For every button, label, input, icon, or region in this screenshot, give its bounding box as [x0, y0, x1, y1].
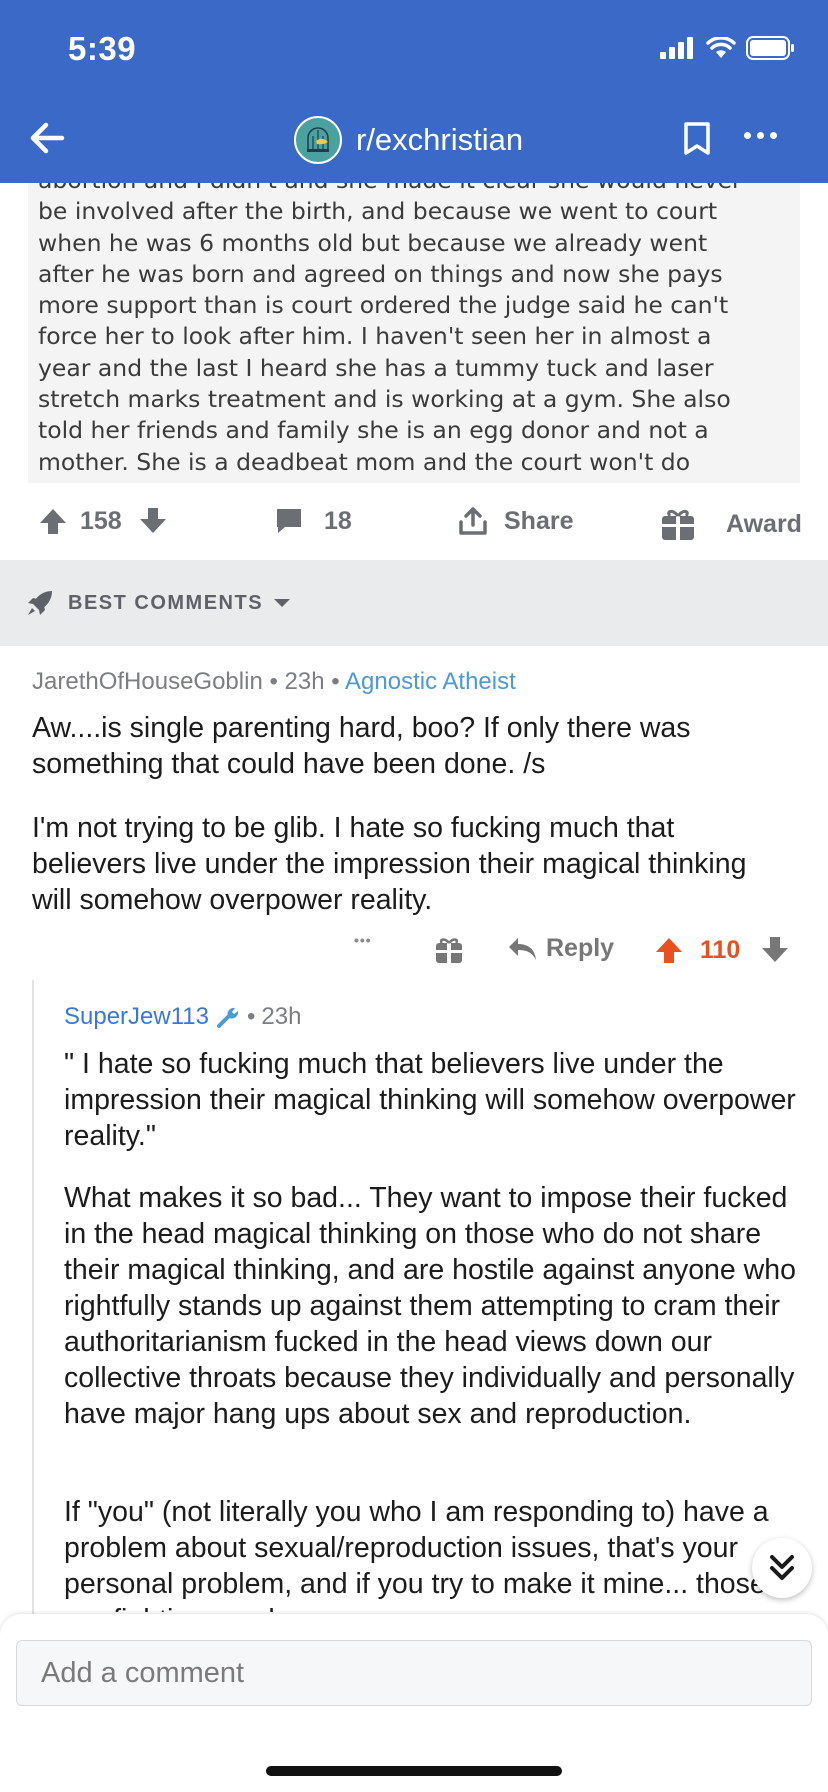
- reply-button[interactable]: Reply: [506, 934, 614, 963]
- meta-separator: •: [246, 1003, 256, 1030]
- post-image-line: force her to look after him. I haven't s…: [38, 322, 712, 351]
- post-image-line: year and the last I heard she has a tumm…: [38, 353, 714, 382]
- back-arrow-icon[interactable]: [26, 116, 70, 160]
- post-image-line: after he was born and agreed on things a…: [38, 259, 723, 288]
- comment-composer: [0, 1614, 828, 1792]
- home-indicator: [266, 1766, 562, 1776]
- comment-action-bar: ••• Reply 110: [0, 930, 828, 970]
- comment-paragraph: If "you" (not literally you who I am res…: [64, 1496, 769, 1612]
- subreddit-name: r/exchristian: [356, 122, 524, 157]
- post-vote-group: 158: [38, 506, 168, 536]
- share-icon: [459, 507, 487, 535]
- status-time: 5:39: [68, 30, 137, 67]
- comment-paragraph: Aw....is single parenting hard, boo? If …: [32, 712, 691, 780]
- comment-meta: JarethOfHouseGoblin • 23h • Agnostic Ath…: [32, 668, 516, 696]
- wifi-icon: [706, 37, 736, 58]
- add-comment-input[interactable]: [16, 1640, 812, 1706]
- comment-author[interactable]: SuperJew113: [64, 1003, 209, 1031]
- comment-more-icon[interactable]: •••: [354, 932, 372, 948]
- post-image[interactable]: abortion and I didn't and she made it cl…: [28, 183, 800, 483]
- post-image-line: abortion and I didn't and she made it cl…: [38, 183, 798, 196]
- comment-score: 110: [700, 936, 741, 964]
- comment-paragraph: What makes it so bad... They want to imp…: [64, 1182, 796, 1430]
- battery-icon: [746, 36, 794, 60]
- app-header: 5:39 r/exchristian: [0, 0, 828, 183]
- meta-separator: •: [269, 668, 285, 695]
- comment-count: 18: [324, 506, 352, 535]
- comment-bubble-icon: [277, 509, 301, 533]
- reply-label: Reply: [546, 934, 615, 962]
- post-image-line: when he was 6 months old but because we …: [38, 228, 708, 257]
- next-comment-button[interactable]: [752, 1538, 812, 1598]
- comment-paragraph: " I hate so fucking much that believers …: [64, 1048, 796, 1152]
- bookmark-icon[interactable]: [682, 122, 712, 156]
- post-image-line: told her friends and family she is an eg…: [38, 416, 709, 445]
- share-label: Share: [504, 506, 574, 535]
- wrench-icon: [216, 1007, 239, 1028]
- share-button[interactable]: Share: [458, 506, 573, 536]
- comment-paragraph: I'm not trying to be glib. I hate so fuc…: [32, 812, 747, 916]
- downvote-icon[interactable]: [138, 506, 168, 536]
- thread-line[interactable]: [32, 980, 34, 1620]
- chevron-down-icon: [274, 599, 291, 607]
- award-button[interactable]: Award: [660, 506, 802, 542]
- downvote-icon[interactable]: [760, 935, 790, 965]
- sort-label: BEST COMMENTS: [68, 591, 264, 614]
- post-image-text: abortion and I didn't and she made it cl…: [38, 183, 798, 478]
- comment-author[interactable]: JarethOfHouseGoblin: [32, 668, 263, 695]
- upvote-icon[interactable]: [38, 506, 68, 536]
- post-image-line: mother. She is a deadbeat mom and the co…: [38, 447, 691, 476]
- birdcage-icon: [307, 127, 329, 152]
- award-label: Award: [726, 509, 802, 538]
- signal-icon: [660, 37, 693, 59]
- post-action-bar: 158 18 Share Award: [0, 490, 828, 560]
- upvote-icon[interactable]: [654, 935, 684, 965]
- double-chevron-down-icon: [770, 1555, 794, 1580]
- comment-age: 23h: [284, 668, 325, 695]
- reply-arrow-icon: [509, 937, 536, 960]
- gift-icon: [662, 509, 694, 540]
- post-image-line: more support than is court ordered the j…: [38, 291, 729, 320]
- comment-meta: SuperJew113 • 23h: [64, 1003, 301, 1031]
- status-icons: [660, 36, 796, 60]
- subreddit-header[interactable]: r/exchristian: [294, 116, 523, 164]
- comment-age: 23h: [261, 1003, 302, 1030]
- post-image-line: be involved after the birth, and because…: [38, 197, 718, 226]
- subreddit-avatar: [294, 116, 342, 164]
- gift-icon[interactable]: [434, 935, 464, 965]
- post-image-line: stretch marks treatment and is working a…: [38, 385, 731, 414]
- post-upvote-count: 158: [80, 506, 122, 535]
- comments-button[interactable]: 18: [274, 506, 352, 536]
- meta-separator: •: [331, 668, 346, 695]
- more-options-icon[interactable]: [744, 132, 777, 139]
- comment-sort-bar[interactable]: BEST COMMENTS: [0, 560, 828, 646]
- rocket-icon: [28, 591, 52, 615]
- user-flair: Agnostic Atheist: [345, 668, 516, 695]
